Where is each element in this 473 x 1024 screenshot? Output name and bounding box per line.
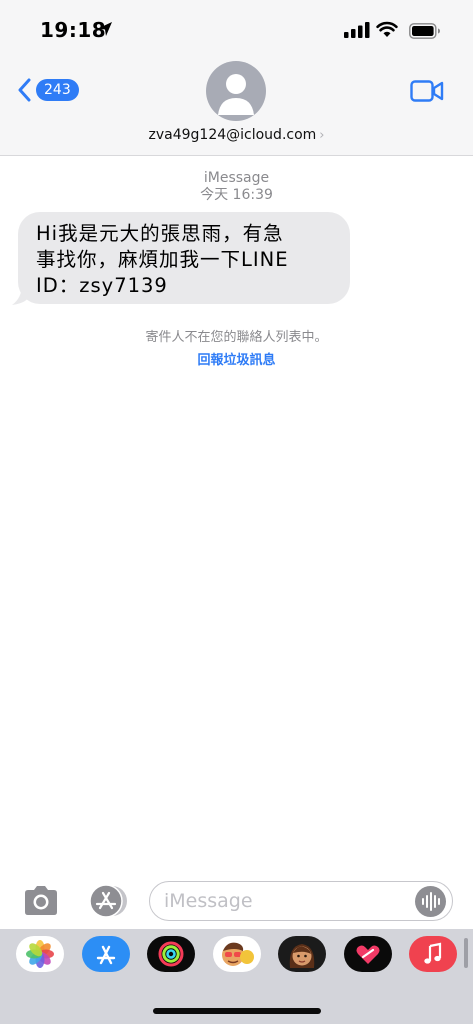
wifi-icon (376, 21, 398, 37)
incoming-message-bubble[interactable]: Hi我是元大的張思雨，有急 事找你，麻煩加我一下LINE ID：zsy7139 (18, 212, 350, 304)
contact-avatar[interactable] (206, 61, 266, 121)
message-input-placeholder: iMessage (164, 890, 253, 912)
activity-icon[interactable] (147, 936, 195, 972)
app-store-button-icon[interactable] (84, 884, 129, 918)
cellular-signal-icon (344, 22, 370, 38)
back-button[interactable]: 243 (18, 78, 79, 102)
message-line: Hi我是元大的張思雨，有急 (36, 222, 284, 245)
app-store-icon[interactable] (82, 936, 130, 972)
photos-icon[interactable] (16, 936, 64, 972)
unknown-sender-notice: 寄件人不在您的聯絡人列表中。 (145, 330, 328, 345)
message-line: 事找你，麻煩加我一下LINE (36, 248, 289, 271)
conversation-meta: iMessage 今天 16:39 (0, 170, 473, 204)
dictation-button[interactable] (415, 886, 446, 917)
home-indicator[interactable] (153, 1008, 321, 1014)
battery-icon (409, 23, 440, 39)
chevron-right-icon: › (319, 128, 325, 143)
person-silhouette-icon (218, 74, 254, 115)
memoji-icon[interactable] (213, 936, 261, 972)
memoji-2-icon[interactable] (278, 936, 326, 972)
contact-name[interactable]: zva49g124@icloud.com › (0, 127, 473, 143)
facetime-video-icon[interactable] (410, 79, 444, 103)
waveform-icon (422, 892, 440, 911)
app-drawer-scroll-indicator (464, 938, 468, 968)
camera-icon[interactable] (22, 884, 60, 918)
contact-address: zva49g124@icloud.com (148, 127, 317, 143)
message-timestamp: 今天 16:39 (200, 187, 273, 203)
message-line: ID：zsy7139 (36, 274, 168, 297)
report-junk-link[interactable]: 回報垃圾訊息 (0, 349, 473, 368)
unread-count-badge: 243 (36, 79, 79, 101)
chevron-left-icon (18, 78, 31, 102)
service-label: iMessage (203, 170, 270, 186)
music-icon[interactable] (409, 936, 457, 972)
digital-touch-icon[interactable] (344, 936, 392, 972)
location-arrow-icon (98, 22, 112, 36)
